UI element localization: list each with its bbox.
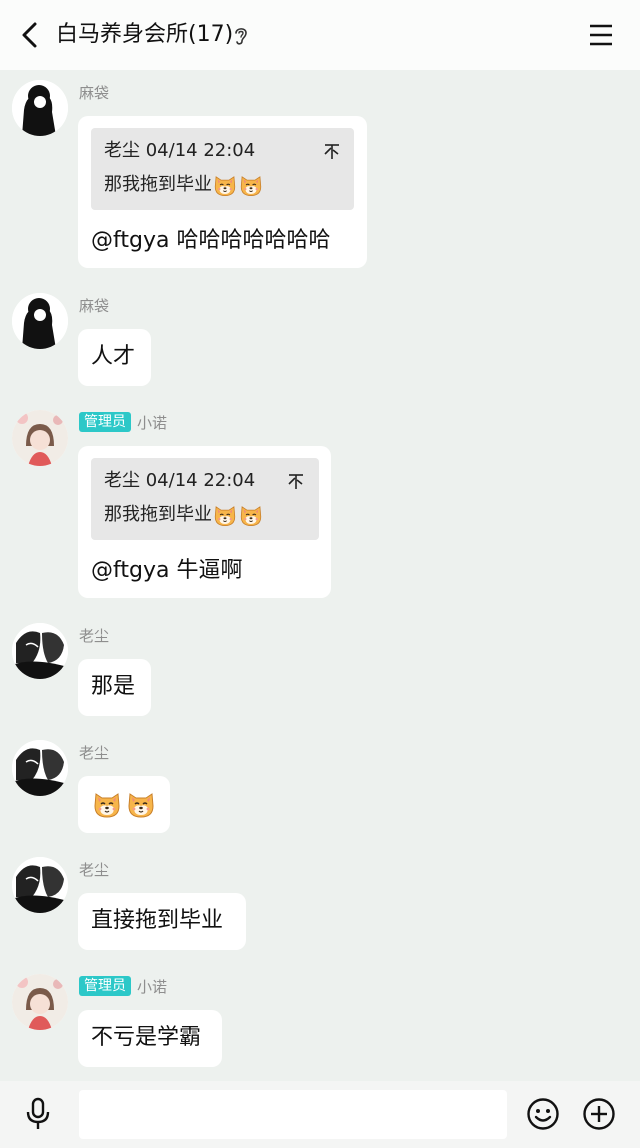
message-bubble[interactable]: 人才 [78, 329, 151, 386]
input-bar [0, 1081, 640, 1148]
message-text: @ftgya 哈哈哈哈哈哈哈 [91, 228, 331, 253]
message-bubble[interactable]: 老尘 04/14 22:04 那我拖到毕业 @ftgya 哈哈哈哈哈哈哈 [78, 116, 367, 268]
quote-author-time: 老尘 04/14 22:04 [104, 140, 256, 161]
message-bubble[interactable] [78, 776, 170, 833]
quoted-message[interactable]: 老尘 04/14 22:04 那我拖到毕业 [91, 128, 354, 210]
chat-title: 白马养身会所(17) [56, 22, 234, 47]
avatar[interactable] [12, 293, 68, 349]
avatar[interactable] [12, 80, 68, 136]
sender-name: 麻袋 [79, 296, 110, 315]
message-bubble[interactable]: 不亏是学霸 [78, 1010, 222, 1067]
message-text: 人才 [91, 344, 136, 369]
quote-text: 那我拖到毕业 [104, 172, 264, 198]
shiba-emoji-icon [91, 788, 123, 820]
shiba-emoji-icon [238, 172, 264, 198]
avatar-anime-girl-icon [12, 974, 68, 1030]
message-text: 那是 [91, 674, 136, 699]
avatar[interactable] [12, 740, 68, 796]
shiba-emoji-icon [125, 788, 157, 820]
microphone-icon[interactable] [23, 1097, 53, 1131]
shiba-emoji-icon [212, 172, 238, 198]
avatar[interactable] [12, 974, 68, 1030]
chat-header: 白马养身会所(17) [0, 0, 640, 70]
avatar-sketch-couple-icon [12, 857, 68, 913]
avatar[interactable] [12, 857, 68, 913]
sender-name: 老尘 [79, 860, 110, 879]
message-bubble[interactable]: 老尘 04/14 22:04 那我拖到毕业 @ftgya 牛逼啊 [78, 446, 331, 598]
avatar-anime-girl-icon [12, 410, 68, 466]
plus-icon[interactable] [582, 1097, 616, 1131]
avatar-dark-girl-icon [12, 293, 68, 349]
message-text: 不亏是学霸 [91, 1025, 202, 1050]
message-bubble[interactable]: 那是 [78, 659, 151, 716]
shiba-emoji-icon [238, 502, 264, 528]
admin-badge: 管理员 [79, 976, 131, 996]
message-input[interactable] [79, 1090, 507, 1139]
quoted-message[interactable]: 老尘 04/14 22:04 那我拖到毕业 [91, 458, 319, 540]
quote-author-time: 老尘 04/14 22:04 [104, 470, 256, 491]
pin-icon[interactable] [323, 142, 341, 160]
admin-badge: 管理员 [79, 412, 131, 432]
avatar-sketch-couple-icon [12, 623, 68, 679]
message-bubble[interactable]: 直接拖到毕业 [78, 893, 246, 950]
sender-name: 老尘 [79, 626, 110, 645]
avatar[interactable] [12, 410, 68, 466]
emoji-icon[interactable] [526, 1097, 560, 1131]
sender-name: 老尘 [79, 743, 110, 762]
sender-name: 麻袋 [79, 83, 110, 102]
message-text: 直接拖到毕业 [91, 908, 224, 933]
quote-text: 那我拖到毕业 [104, 502, 264, 528]
ear-icon [235, 28, 247, 45]
menu-icon[interactable] [588, 22, 614, 48]
back-arrow-icon[interactable] [14, 18, 48, 52]
message-text: @ftgya 牛逼啊 [91, 558, 243, 583]
avatar-sketch-couple-icon [12, 740, 68, 796]
sender-name: 小诺 [137, 413, 168, 432]
sender-name: 小诺 [137, 977, 168, 996]
pin-icon[interactable] [287, 472, 305, 490]
avatar[interactable] [12, 623, 68, 679]
avatar-dark-girl-icon [12, 80, 68, 136]
shiba-emoji-icon [212, 502, 238, 528]
